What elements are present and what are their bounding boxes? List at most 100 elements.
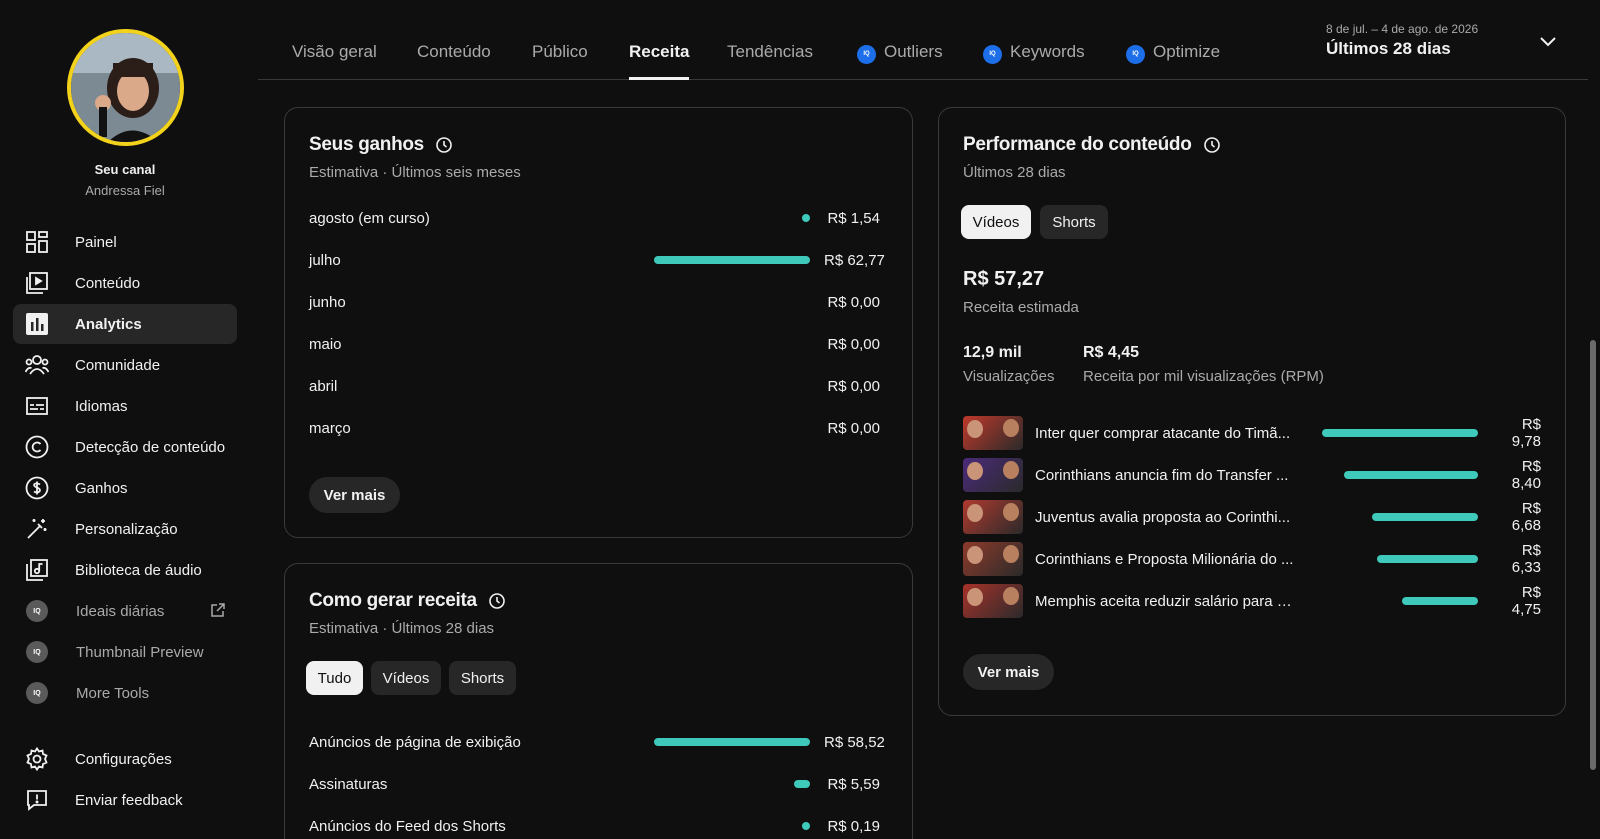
clock-icon[interactable]: [488, 593, 505, 609]
row-label: maio: [309, 335, 342, 353]
row-value: R$ 5,59: [827, 775, 880, 793]
card-title-text: Como gerar receita: [309, 590, 477, 611]
list-item: março R$ 0,00: [309, 416, 880, 440]
clock-icon[interactable]: [1203, 137, 1220, 153]
content-more-button[interactable]: Ver mais: [963, 654, 1054, 690]
views-label: Visualizações: [963, 368, 1055, 385]
chevron-down-icon[interactable]: [1540, 34, 1556, 52]
sidebar-item-ideais-diarias[interactable]: IQ Ideais diárias: [13, 591, 237, 631]
row-bar-track: [1322, 429, 1478, 437]
date-range-detail[interactable]: 8 de jul. – 4 de ago. de 2026: [1326, 22, 1478, 36]
clock-icon[interactable]: [436, 137, 452, 153]
video-title[interactable]: Juventus avalia proposta ao Corinthi...: [1035, 509, 1295, 526]
list-item: agosto (em curso) R$ 1,54: [309, 206, 880, 230]
row-label: julho: [309, 251, 341, 269]
tab-publico[interactable]: Público: [532, 42, 588, 80]
video-row[interactable]: Corinthians e Proposta Milionária do ...…: [963, 542, 1541, 576]
page-scrollbar[interactable]: [1590, 340, 1596, 770]
gear-icon: [24, 746, 50, 772]
audio-library-icon: [24, 557, 50, 583]
video-revenue: R$ 6,33: [1511, 542, 1541, 576]
tab-outliers[interactable]: IQ Outliers: [857, 42, 943, 80]
row-label: março: [309, 419, 351, 437]
tab-visao-geral[interactable]: Visão geral: [292, 42, 377, 80]
video-thumbnail[interactable]: [963, 416, 1023, 450]
video-title[interactable]: Corinthians e Proposta Milionária do ...: [1035, 551, 1295, 568]
row-bar-track: [654, 780, 810, 788]
row-label: Assinaturas: [309, 775, 388, 793]
row-value: R$ 0,19: [827, 817, 880, 835]
list-item: Assinaturas R$ 5,59: [309, 772, 880, 796]
sidebar-item-deteccao[interactable]: Detecção de conteúdo: [13, 427, 237, 467]
tab-label: Receita: [629, 42, 690, 61]
video-row[interactable]: Juventus avalia proposta ao Corinthi... R…: [963, 500, 1541, 534]
chip-videos[interactable]: Vídeos: [371, 661, 441, 695]
sidebar-item-label: Conteúdo: [75, 274, 141, 292]
chip-shorts[interactable]: Shorts: [449, 661, 516, 695]
sidebar-item-configuracoes[interactable]: Configurações: [13, 739, 237, 779]
sidebar-item-analytics[interactable]: Analytics: [13, 304, 237, 344]
tab-label: Optimize: [1153, 42, 1221, 61]
row-label: Anúncios do Feed dos Shorts: [309, 817, 506, 835]
chip-videos[interactable]: Vídeos: [961, 205, 1031, 239]
sidebar-item-idiomas[interactable]: Idiomas: [13, 386, 237, 426]
video-title[interactable]: Corinthians anuncia fim do Transfer ...: [1035, 467, 1295, 484]
channel-avatar[interactable]: [67, 29, 184, 146]
row-value: R$ 1,54: [827, 209, 880, 227]
community-icon: [24, 352, 50, 378]
video-thumbnail[interactable]: [963, 542, 1023, 576]
thumbnail-face: [967, 504, 983, 522]
tab-label: Tendências: [727, 42, 814, 61]
sidebar-item-ganhos[interactable]: Ganhos: [13, 468, 237, 508]
estimated-revenue-label: Receita estimada: [963, 299, 1079, 316]
estimated-revenue-value: R$ 57,27: [963, 268, 1045, 290]
tab-keywords[interactable]: IQ Keywords: [983, 42, 1085, 80]
tab-optimize[interactable]: IQ Optimize: [1126, 42, 1220, 80]
tab-receita[interactable]: Receita: [629, 42, 690, 80]
sidebar-item-more-tools[interactable]: IQ More Tools: [13, 673, 237, 713]
row-bar: [1401, 597, 1478, 605]
row-bar: [1376, 555, 1478, 563]
date-range-selector[interactable]: Últimos 28 dias: [1326, 39, 1451, 59]
sidebar-item-biblioteca-audio[interactable]: Biblioteca de áudio: [13, 550, 237, 590]
list-item: Anúncios de página de exibição R$ 58,52: [309, 730, 885, 754]
video-thumbnail[interactable]: [963, 584, 1023, 618]
rpm-value: R$ 4,45: [1083, 344, 1140, 361]
sidebar-item-thumbnail-preview[interactable]: IQ Thumbnail Preview: [13, 632, 237, 672]
sidebar-item-conteudo[interactable]: Conteúdo: [13, 263, 237, 303]
sidebar-item-enviar-feedback[interactable]: Enviar feedback: [13, 780, 237, 820]
thumbnail-face: [967, 588, 983, 606]
row-bar-track: [654, 382, 810, 390]
chip-shorts[interactable]: Shorts: [1040, 205, 1108, 239]
dollar-icon: [24, 475, 50, 501]
sidebar-item-personalizacao[interactable]: Personalização: [13, 509, 237, 549]
sidebar-item-comunidade[interactable]: Comunidade: [13, 345, 237, 385]
row-bar-track: [654, 340, 810, 348]
video-row[interactable]: Corinthians anuncia fim do Transfer ... R…: [963, 458, 1541, 492]
list-item: Anúncios do Feed dos Shorts R$ 0,19: [309, 814, 880, 838]
tab-label: Keywords: [1010, 42, 1085, 61]
row-value: R$ 0,00: [827, 419, 880, 437]
video-thumbnail[interactable]: [963, 500, 1023, 534]
row-bar-track: [654, 424, 810, 432]
row-value: R$ 0,00: [827, 335, 880, 353]
revenue-sources-subtitle: Estimativa · Últimos 28 dias: [309, 620, 495, 637]
row-bar-track: [654, 214, 810, 222]
chip-tudo[interactable]: Tudo: [306, 661, 363, 695]
tubebuddy-icon: IQ: [26, 641, 48, 663]
thumbnail-face: [967, 546, 983, 564]
row-bar: [802, 214, 810, 222]
video-row[interactable]: Memphis aceita reduzir salário para c...…: [963, 584, 1541, 618]
video-row[interactable]: Inter quer comprar atacante do Timã... R$…: [963, 416, 1541, 450]
video-title[interactable]: Memphis aceita reduzir salário para c...: [1035, 593, 1295, 610]
earnings-card: Seus ganhos Estimativa · Últimos seis me…: [284, 107, 913, 538]
video-thumbnail[interactable]: [963, 458, 1023, 492]
earnings-more-button[interactable]: Ver mais: [309, 477, 400, 513]
video-title[interactable]: Inter quer comprar atacante do Timã...: [1035, 425, 1295, 442]
tab-tendencias[interactable]: Tendências: [727, 42, 813, 80]
thumbnail-face: [967, 420, 983, 438]
thumbnail-face: [1003, 503, 1019, 521]
row-value: R$ 0,00: [827, 293, 880, 311]
sidebar-item-painel[interactable]: Painel: [13, 222, 237, 262]
tab-conteudo[interactable]: Conteúdo: [417, 42, 491, 80]
